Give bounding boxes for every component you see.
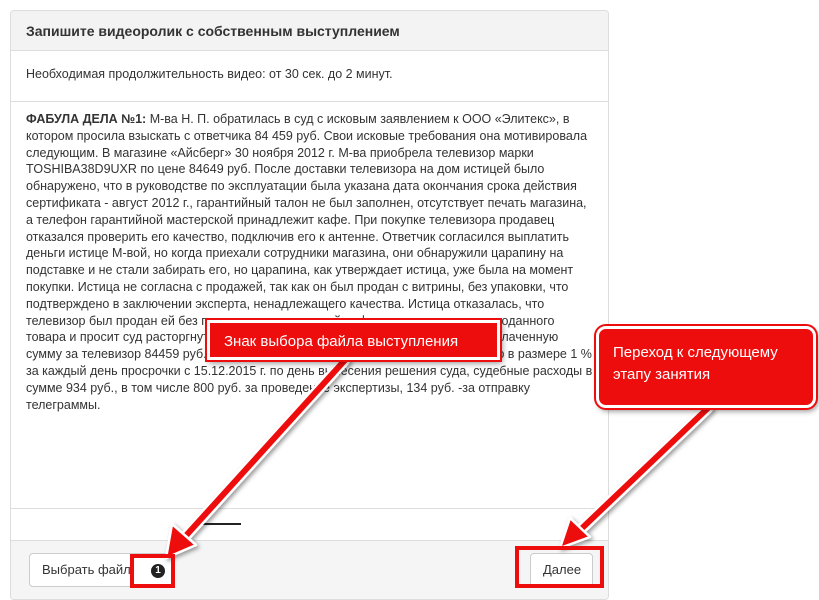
divider: [11, 508, 608, 509]
case-body: М-ва Н. П. обратилась в суд с исковым за…: [26, 112, 593, 412]
file-badge-highlight: [130, 554, 175, 588]
panel-title: Запишите видеоролик с собственным выступ…: [11, 11, 608, 51]
video-task-panel: Запишите видеоролик с собственным выступ…: [10, 10, 609, 600]
choose-file-label: Выбрать файл: [42, 562, 131, 577]
next-callout-line1: Переход к следующему: [613, 344, 778, 361]
case-description: ФАБУЛА ДЕЛА №1: М-ва Н. П. обратилась в …: [11, 102, 608, 413]
duration-note: Необходимая продолжительность видео: от …: [11, 51, 608, 102]
next-callout-line2: этапу занятия: [613, 366, 711, 383]
upload-preview: [201, 523, 241, 525]
case-heading: ФАБУЛА ДЕЛА №1:: [26, 112, 147, 126]
file-select-callout: Знак выбора файла выступления: [207, 320, 500, 360]
next-button-highlight: [515, 546, 604, 588]
next-step-callout: Переход к следующему этапу занятия: [596, 326, 816, 408]
